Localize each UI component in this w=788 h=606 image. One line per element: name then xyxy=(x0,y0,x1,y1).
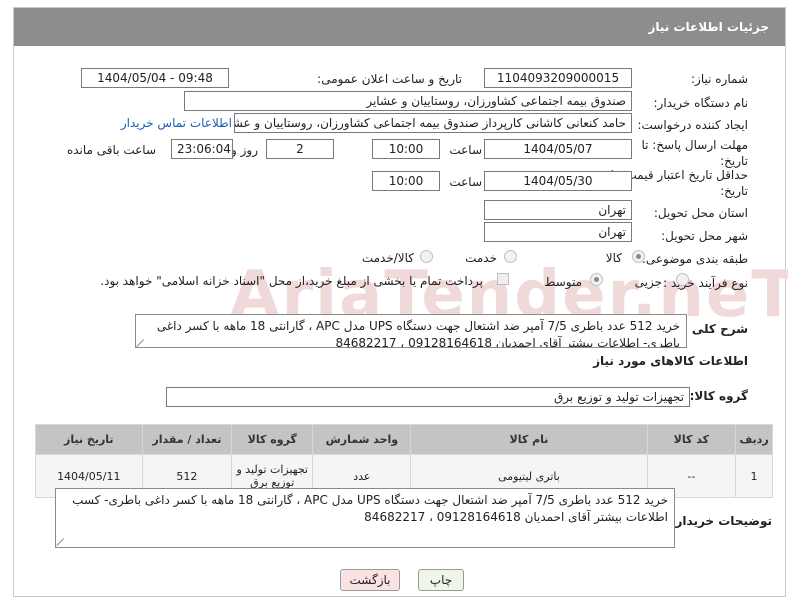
buyer-contact-link[interactable]: اطلاعات تماس خریدار xyxy=(121,116,232,130)
category-label: طبقه بندی موضوعی: xyxy=(641,252,748,266)
remaining-label: ساعت باقی مانده xyxy=(66,143,156,157)
goods-section-title: اطلاعات کالاهای مورد نیاز xyxy=(593,354,748,368)
print-button[interactable]: چاپ xyxy=(418,569,464,591)
province-field: تهران xyxy=(484,200,632,220)
validity-time-label: ساعت xyxy=(449,175,482,189)
col-header-need-date: تاریخ نیاز xyxy=(35,424,143,455)
category-radio-service[interactable] xyxy=(504,250,517,263)
category-option-goods: کالا xyxy=(605,251,622,265)
description-resize-grip-icon[interactable] xyxy=(137,339,145,347)
col-header-row-number: ردیف xyxy=(735,424,773,455)
treasury-payment-note: پرداخت تمام یا بخشی از مبلغ خرید،از محل … xyxy=(100,274,483,288)
back-button[interactable]: بازگشت xyxy=(340,569,400,591)
table-header-row: ردیف کد کالا نام کالا واحد شمارش گروه کا… xyxy=(35,424,773,455)
goods-table: ردیف کد کالا نام کالا واحد شمارش گروه کا… xyxy=(35,424,773,498)
description-textarea[interactable]: خرید 512 عدد باطری 7/5 آمپر ضد اشتعال جه… xyxy=(135,314,687,348)
city-label: شهر محل تحویل: xyxy=(661,229,748,243)
page-title: جزئیات اطلاعات نیاز xyxy=(14,8,785,46)
cell-row-number: 1 xyxy=(735,454,773,498)
remaining-time-field: 23:06:04 xyxy=(171,139,233,159)
category-option-goods-service: کالا/خدمت xyxy=(361,251,414,265)
col-header-group: گروه کالا xyxy=(231,424,314,455)
goods-table-wrapper: ردیف کد کالا نام کالا واحد شمارش گروه کا… xyxy=(35,424,773,498)
validity-time-field: 10:00 xyxy=(372,171,440,191)
buyer-label: نام دستگاه خریدار: xyxy=(653,96,749,110)
col-header-unit: واحد شمارش xyxy=(312,424,412,455)
notes-resize-grip-icon[interactable] xyxy=(57,538,65,546)
deadline-date-field: 1404/05/07 xyxy=(484,139,632,159)
deadline-label: مهلت ارسال پاسخ: تا تاریخ: xyxy=(641,138,748,168)
category-radio-goods-service[interactable] xyxy=(420,250,433,263)
days-label: روز و xyxy=(231,143,258,157)
announce-label: تاریخ و ساعت اعلان عمومی: xyxy=(317,72,462,86)
category-option-service: خدمت xyxy=(465,251,497,265)
city-field: تهران xyxy=(484,222,632,242)
need-number-label: شماره نیاز: xyxy=(691,72,748,86)
deadline-time-field: 10:00 xyxy=(372,139,440,159)
deadline-time-label: ساعت xyxy=(449,143,482,157)
province-label: استان محل تحویل: xyxy=(653,206,748,220)
buyer-notes-label: توضیحات خریدار: xyxy=(670,514,772,528)
creator-field: حامد کنعانی کاشانی کارپرداز صندوق بیمه ا… xyxy=(234,113,632,133)
process-radio-medium[interactable] xyxy=(590,273,603,286)
process-option-medium: متوسط xyxy=(544,275,582,289)
process-radio-minor[interactable] xyxy=(676,273,689,286)
creator-label: ایجاد کننده درخواست: xyxy=(637,118,748,132)
col-header-name: نام کالا xyxy=(410,424,648,455)
goods-group-field: تجهیزات تولید و توزیع برق xyxy=(166,387,690,407)
announce-datetime-field: 1404/05/04 - 09:48 xyxy=(81,68,229,88)
category-radio-goods[interactable] xyxy=(632,250,645,263)
goods-group-label: گروه کالا: xyxy=(689,389,748,403)
need-number-field: 1104093209000015 xyxy=(484,68,632,88)
days-remaining-field: 2 xyxy=(266,139,334,159)
treasury-payment-checkbox[interactable] xyxy=(497,273,509,285)
process-option-minor: جزیی xyxy=(634,275,662,289)
buyer-field: صندوق بیمه اجتماعی کشاورزان، روستاییان و… xyxy=(184,91,632,111)
col-header-quantity: تعداد / مقدار xyxy=(141,424,233,455)
buyer-notes-textarea[interactable]: خرید 512 عدد باطری 7/5 آمپر ضد اشتعال جه… xyxy=(55,488,675,548)
validity-date-field: 1404/05/30 xyxy=(484,171,632,191)
col-header-code: کد کالا xyxy=(646,424,737,455)
